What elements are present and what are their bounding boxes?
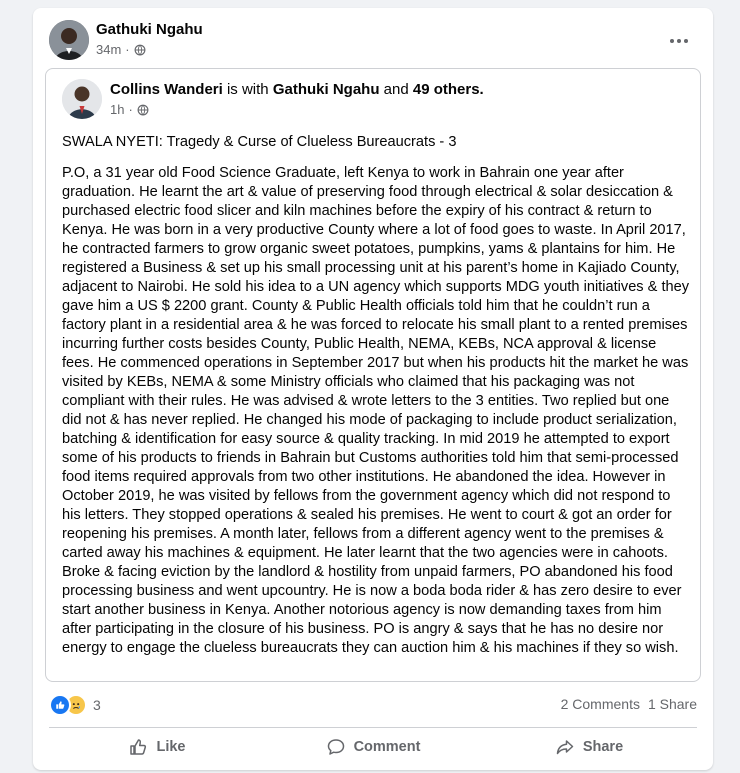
more-options-button[interactable] [661, 30, 697, 52]
shared-author-line: Collins Wanderi is with Gathuki Ngahu an… [110, 81, 484, 98]
post-header: Gathuki Ngahu 34m · [49, 20, 697, 64]
more-dot-icon [677, 39, 681, 43]
with-text: is with [222, 81, 273, 98]
reaction-summary[interactable]: 3 [49, 694, 101, 716]
thumbs-up-icon [130, 739, 147, 755]
like-button[interactable]: Like [49, 732, 265, 762]
share-icon [556, 740, 574, 755]
shares-count[interactable]: 1 Share [648, 696, 697, 712]
comment-icon [327, 739, 344, 755]
tagged-person[interactable]: Gathuki Ngahu [273, 81, 380, 98]
post-meta: 34m · [96, 42, 146, 57]
globe-icon [137, 104, 149, 115]
post-text: SWALA NYETI: Tragedy & Curse of Clueless… [62, 133, 690, 658]
and-text: and [379, 81, 413, 98]
reactions-row: 3 2 Comments 1 Share [49, 694, 697, 716]
author-avatar[interactable] [49, 20, 89, 60]
post-body: P.O, a 31 year old Food Science Graduate… [62, 165, 690, 656]
post-card: Gathuki Ngahu 34m · Collins Wanderi is w… [33, 8, 713, 770]
like-icon [49, 694, 71, 716]
reaction-count: 3 [93, 697, 101, 713]
comment-label: Comment [353, 739, 421, 755]
action-bar: Like Comment Share [49, 732, 697, 762]
shared-author-avatar[interactable] [62, 79, 102, 119]
shared-post-header: Collins Wanderi is with Gathuki Ngahu an… [62, 79, 684, 123]
shared-post-time[interactable]: 1h [110, 102, 124, 117]
like-label: Like [156, 739, 186, 755]
more-dot-icon [684, 39, 688, 43]
comments-count[interactable]: 2 Comments [561, 696, 640, 712]
globe-icon [134, 44, 146, 55]
post-time[interactable]: 34m [96, 42, 121, 57]
comment-button[interactable]: Comment [265, 732, 481, 762]
share-label: Share [582, 739, 624, 755]
engagement-counts: 2 Comments 1 Share [561, 696, 697, 712]
shared-post-meta: 1h · [110, 102, 149, 117]
shared-post[interactable]: Collins Wanderi is with Gathuki Ngahu an… [45, 68, 701, 682]
more-dot-icon [670, 39, 674, 43]
shared-author-name[interactable]: Collins Wanderi [110, 81, 223, 98]
tagged-others[interactable]: 49 others. [413, 81, 484, 98]
post-title: SWALA NYETI: Tragedy & Curse of Clueless… [62, 134, 457, 150]
author-name[interactable]: Gathuki Ngahu [96, 21, 203, 38]
divider [49, 727, 697, 728]
share-button[interactable]: Share [481, 732, 697, 762]
